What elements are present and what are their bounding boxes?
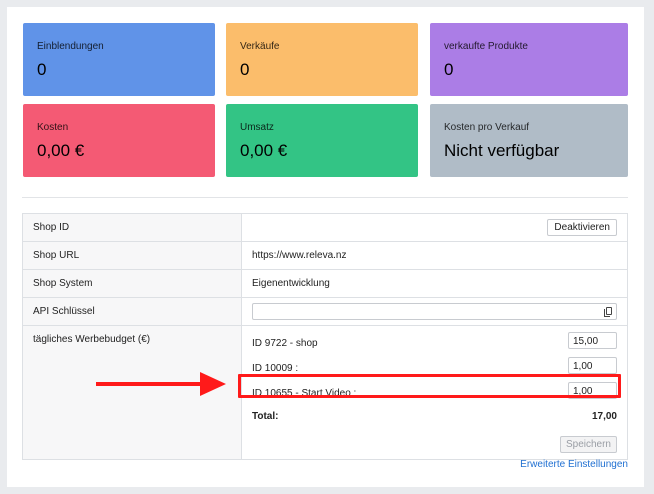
table-row: Shop ID Deaktivieren	[22, 213, 628, 242]
api-key-label: API Schlüssel	[22, 297, 242, 326]
table-row: API Schlüssel	[22, 297, 628, 326]
shop-system-label: Shop System	[22, 269, 242, 298]
table-row: Shop URL https://www.releva.nz	[22, 241, 628, 270]
card-value: 0	[37, 60, 47, 79]
advanced-settings-link[interactable]: Erweiterte Einstellungen	[520, 459, 628, 470]
card-cost-per-sale: Kosten pro Verkauf Nicht verfügbar	[430, 104, 628, 177]
divider	[22, 197, 628, 198]
shop-details-table: Shop ID Deaktivieren Shop URL https://ww…	[22, 213, 628, 460]
card-value: 0	[240, 60, 250, 79]
card-label: Verkäufe	[240, 41, 280, 52]
shop-url-value: https://www.releva.nz	[241, 241, 628, 270]
card-sold-products: verkaufte Produkte 0	[430, 23, 628, 96]
save-button[interactable]: Speichern	[559, 436, 617, 453]
card-label: Umsatz	[240, 122, 274, 133]
card-revenue: Umsatz 0,00 €	[226, 104, 418, 177]
card-label: Kosten	[37, 122, 69, 133]
card-value: 0,00 €	[240, 141, 288, 160]
card-label: verkaufte Produkte	[444, 41, 528, 52]
shop-id-label: Shop ID	[22, 213, 242, 242]
card-value: Nicht verfügbar	[444, 141, 560, 160]
budget-line-label: ID 10009 :	[252, 363, 299, 374]
total-value: 17,00	[591, 411, 617, 422]
budget-line-label: ID 9722 - shop	[252, 338, 318, 349]
card-sales: Verkäufe 0	[226, 23, 418, 96]
shop-id-cell: Deaktivieren	[241, 213, 628, 242]
shop-url-label: Shop URL	[22, 241, 242, 270]
budget-line: ID 9722 - shop 15,00	[252, 332, 617, 357]
card-label: Kosten pro Verkauf	[444, 122, 530, 133]
card-label: Einblendungen	[37, 41, 104, 52]
card-impressions: Einblendungen 0	[23, 23, 215, 96]
card-value: 0,00 €	[37, 141, 85, 160]
arrow-shaft	[96, 382, 208, 386]
deactivate-button[interactable]: Deaktivieren	[547, 219, 617, 236]
card-costs: Kosten 0,00 €	[23, 104, 215, 177]
total-label: Total:	[252, 411, 279, 422]
arrow-icon	[200, 372, 226, 396]
table-row: Shop System Eigenentwicklung	[22, 269, 628, 298]
budget-total: Total: 17,00	[252, 407, 617, 429]
api-key-cell	[241, 297, 628, 326]
api-key-field[interactable]	[252, 303, 617, 320]
budget-input[interactable]: 1,00	[568, 357, 617, 374]
highlight-box	[238, 374, 621, 398]
budget-input[interactable]: 15,00	[568, 332, 617, 349]
shop-system-value: Eigenentwicklung	[241, 269, 628, 298]
card-value: 0	[444, 60, 454, 79]
copy-icon[interactable]	[604, 307, 612, 317]
